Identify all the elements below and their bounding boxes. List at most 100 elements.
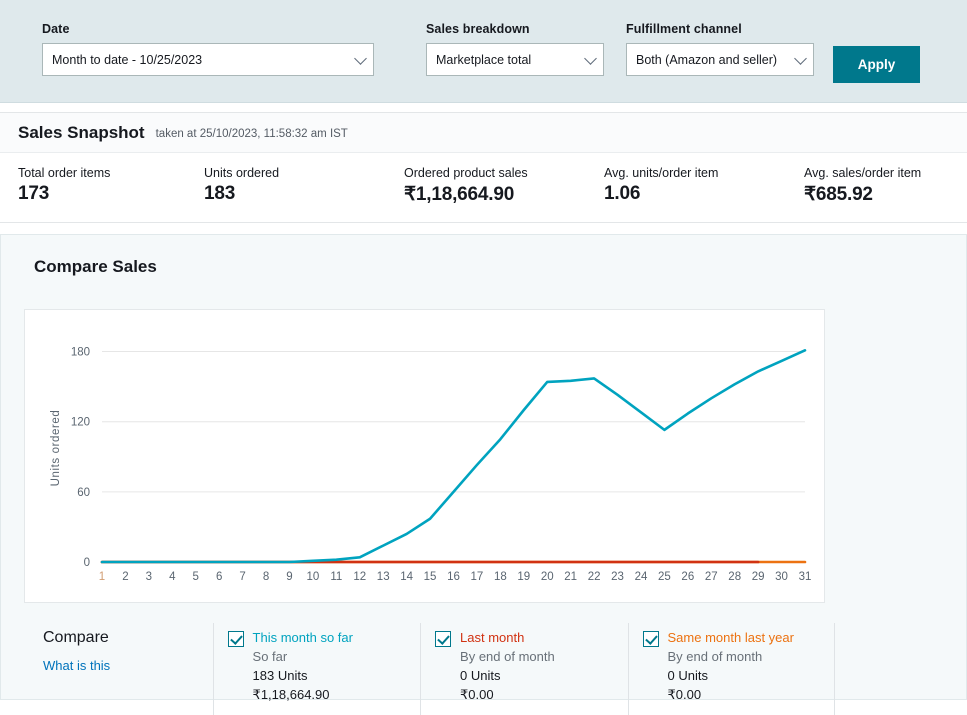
legend-series-units: 0 Units — [460, 668, 501, 684]
sales-breakdown-select[interactable]: Marketplace total — [426, 43, 604, 76]
svg-text:3: 3 — [146, 571, 152, 583]
filter-bar: Date Month to date - 10/25/2023 Sales br… — [0, 0, 967, 103]
svg-text:19: 19 — [517, 571, 530, 583]
svg-text:15: 15 — [424, 571, 437, 583]
compare-sales-card: Compare Sales 0 60 120 180 Units ordered 1 2 3 4… — [0, 234, 967, 715]
compare-legend-heading-block: Compare What is this — [23, 623, 213, 715]
legend-checkbox-last-month[interactable] — [435, 631, 452, 647]
svg-text:21: 21 — [564, 571, 577, 583]
legend-series-amount: ₹1,18,664.90 — [252, 687, 330, 703]
metric-ordered-product-sales: Ordered product sales ₹1,18,664.90 — [404, 166, 604, 206]
units-ordered-line-chart: 060120180Units ordered1 2 3 4 5 6 7 8 9 10 11 12 13 1… — [50, 347, 811, 583]
svg-text:24: 24 — [635, 571, 648, 583]
legend-series-name: Last month — [460, 630, 525, 645]
legend-checkbox-same-month-last-year[interactable] — [642, 631, 659, 647]
metric-label: Avg. sales/order item — [804, 166, 922, 180]
svg-text:180: 180 — [71, 347, 90, 359]
legend-series-name: This month so far — [252, 630, 353, 645]
sales-snapshot-header: Sales Snapshot taken at 25/10/2023, 11:5… — [0, 113, 967, 153]
legend-text: Same month last year By end of month 0 U… — [668, 628, 794, 715]
fulfillment-channel-label: Fulfillment channel — [626, 22, 742, 36]
svg-text:11: 11 — [330, 571, 342, 583]
svg-text:9: 9 — [286, 571, 292, 583]
legend-series-period: So far — [252, 649, 288, 665]
metric-label: Avg. units/order item — [604, 166, 719, 180]
svg-text:26: 26 — [681, 571, 694, 583]
compare-sales-chart-panel: 0 60 120 180 Units ordered 1 2 3 4 5 6 7 8 9 10 11 12 13 1… — [24, 309, 825, 603]
svg-text:12: 12 — [353, 571, 366, 583]
date-filter-group: Date Month to date - 10/25/2023 — [42, 22, 374, 76]
metric-label: Ordered product sales — [404, 166, 528, 180]
svg-text:28: 28 — [728, 571, 741, 583]
date-select-value: Month to date - 10/25/2023 — [52, 52, 203, 67]
svg-text:10: 10 — [307, 571, 320, 583]
metric-total-order-items: Total order items 173 — [18, 166, 204, 206]
compare-sales-title: Compare Sales — [34, 257, 157, 276]
chevron-down-icon — [794, 51, 807, 65]
legend-text: Last month By end of month 0 Units ₹0.00 — [460, 628, 555, 715]
legend-text: This month so far So far 183 Units ₹1,18… — [253, 628, 353, 715]
chevron-down-icon — [584, 51, 597, 65]
svg-text:1: 1 — [99, 571, 105, 583]
date-filter-label: Date — [42, 22, 70, 36]
svg-text:13: 13 — [377, 571, 390, 583]
legend-series-units: 183 Units — [252, 668, 308, 684]
sales-breakdown-select-value: Marketplace total — [436, 52, 532, 67]
svg-text:120: 120 — [71, 417, 90, 429]
chevron-down-icon — [354, 51, 367, 65]
svg-text:8: 8 — [263, 571, 269, 583]
legend-series-amount: ₹0.00 — [460, 687, 494, 703]
svg-text:Units ordered: Units ordered — [50, 410, 62, 487]
svg-text:16: 16 — [447, 571, 460, 583]
metric-value: ₹685.92 — [804, 184, 873, 205]
legend-item-same-month-last-year[interactable]: Same month last year By end of month 0 U… — [627, 623, 835, 715]
breakdown-filter-group: Sales breakdown Marketplace total — [426, 22, 604, 76]
legend-series-period: By end of month — [667, 649, 763, 665]
fulfillment-channel-select[interactable]: Both (Amazon and seller) — [626, 43, 814, 76]
sales-snapshot-section: Sales Snapshot taken at 25/10/2023, 11:5… — [0, 112, 967, 223]
legend-series-amount: ₹0.00 — [667, 687, 702, 703]
compare-heading: Compare — [43, 629, 109, 646]
svg-text:18: 18 — [494, 571, 507, 583]
svg-text:2: 2 — [122, 571, 128, 583]
date-select[interactable]: Month to date - 10/25/2023 — [42, 43, 374, 76]
legend-series-period: By end of month — [460, 649, 555, 665]
svg-text:30: 30 — [775, 571, 788, 583]
channel-filter-group: Fulfillment channel Both (Amazon and sel… — [626, 22, 814, 76]
metric-value: 1.06 — [604, 183, 641, 204]
apply-button[interactable]: Apply — [833, 46, 920, 83]
svg-text:14: 14 — [400, 571, 413, 583]
svg-text:0: 0 — [84, 557, 90, 569]
svg-text:25: 25 — [658, 571, 671, 583]
svg-text:60: 60 — [77, 487, 90, 499]
svg-text:5: 5 — [193, 571, 199, 583]
metric-label: Units ordered — [204, 166, 280, 180]
svg-text:29: 29 — [752, 571, 765, 583]
legend-item-last-month[interactable]: Last month By end of month 0 Units ₹0.00 — [420, 623, 627, 715]
snapshot-metrics: Total order items 173 Units ordered 183 … — [0, 153, 967, 222]
what-is-this-link[interactable]: What is this — [43, 658, 213, 673]
metric-avg-units-per-order-item: Avg. units/order item 1.06 — [604, 166, 804, 206]
svg-text:7: 7 — [239, 571, 245, 583]
svg-text:22: 22 — [588, 571, 601, 583]
svg-text:17: 17 — [471, 571, 484, 583]
svg-text:20: 20 — [541, 571, 554, 583]
breakdown-filter-label: Sales breakdown — [426, 22, 530, 36]
metric-units-ordered: Units ordered 183 — [204, 166, 404, 206]
legend-series-name: Same month last year — [667, 630, 794, 645]
svg-text:23: 23 — [611, 571, 624, 583]
fulfillment-channel-select-value: Both (Amazon and seller) — [636, 52, 778, 67]
svg-text:27: 27 — [705, 571, 718, 583]
metric-value: 173 — [18, 183, 50, 204]
svg-text:4: 4 — [169, 571, 176, 583]
metric-label: Total order items — [18, 166, 111, 180]
svg-text:6: 6 — [216, 571, 222, 583]
metric-avg-sales-per-order-item: Avg. sales/order item ₹685.92 — [804, 166, 921, 206]
metric-value: 183 — [204, 183, 236, 204]
legend-item-this-month[interactable]: This month so far So far 183 Units ₹1,18… — [212, 623, 420, 715]
legend-series-units: 0 Units — [667, 668, 708, 684]
sales-snapshot-timestamp: taken at 25/10/2023, 11:58:32 am IST — [155, 128, 348, 140]
compare-legend: Compare What is this This month so far S… — [23, 623, 835, 715]
legend-checkbox-this-month[interactable] — [227, 631, 244, 647]
sales-snapshot-title: Sales Snapshot — [18, 122, 145, 142]
